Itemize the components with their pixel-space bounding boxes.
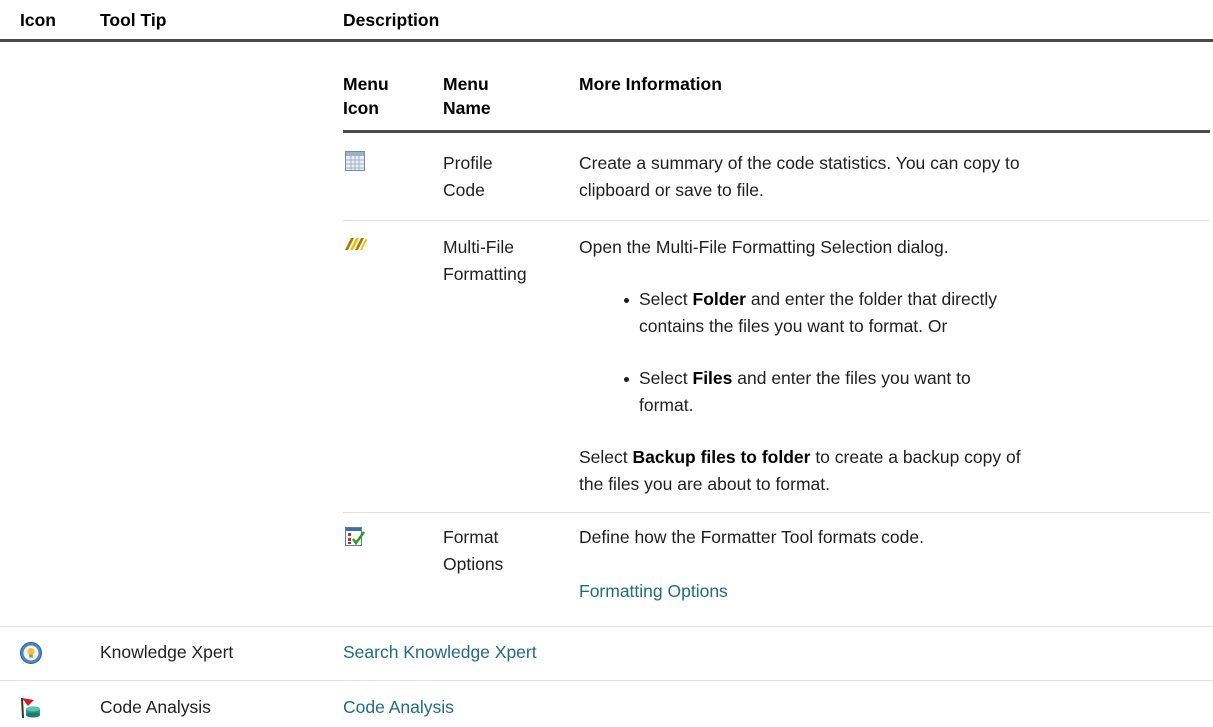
tooltip-knowledge-xpert: Knowledge Xpert xyxy=(100,642,234,662)
inner-header-menu-icon: Menu Icon xyxy=(343,74,389,118)
header-tooltip: Tool Tip xyxy=(100,10,167,30)
info-format-options: Define how the Formatter Tool formats co… xyxy=(579,527,924,547)
row-divider xyxy=(343,220,1210,221)
code-analysis-link[interactable]: Code Analysis xyxy=(343,694,454,721)
search-knowledge-xpert-link[interactable]: Search Knowledge Xpert xyxy=(343,639,537,666)
info-backup: Select Backup files to folder to create … xyxy=(579,447,1021,494)
header-description: Description xyxy=(343,10,440,30)
bullet-folder: Select Folder and enter the folder that … xyxy=(639,289,997,336)
bullet-files: Select Files and enter the files you wan… xyxy=(639,368,971,415)
formatting-options-link[interactable]: Formatting Options xyxy=(579,578,728,605)
row-divider xyxy=(0,626,1213,627)
info-multi-file-intro: Open the Multi-File Formatting Selection… xyxy=(579,237,949,257)
info-profile-code: Create a summary of the code statistics.… xyxy=(579,153,1020,200)
inner-header-rule xyxy=(343,130,1210,133)
row-divider xyxy=(343,512,1210,513)
header-icon: Icon xyxy=(20,10,56,30)
inner-header-menu-name: Menu Name xyxy=(443,74,491,118)
outer-header-rule xyxy=(0,39,1213,42)
lightbulb-icon xyxy=(20,642,42,664)
menu-name-format-options: Format Options xyxy=(443,527,504,574)
bullet-marker xyxy=(624,298,629,303)
checklist-icon xyxy=(345,527,365,547)
table-grid-icon xyxy=(345,151,365,171)
code-analysis-icon xyxy=(20,697,42,719)
menu-name-multi-file-formatting: Multi-File Formatting xyxy=(443,237,527,284)
inner-header-more-info: More Information xyxy=(579,74,722,94)
double-arrow-icon xyxy=(345,237,367,251)
menu-name-profile-code: Profile Code xyxy=(443,153,493,200)
bullet-marker xyxy=(624,377,629,382)
tooltip-code-analysis: Code Analysis xyxy=(100,697,211,717)
row-divider xyxy=(0,680,1213,681)
